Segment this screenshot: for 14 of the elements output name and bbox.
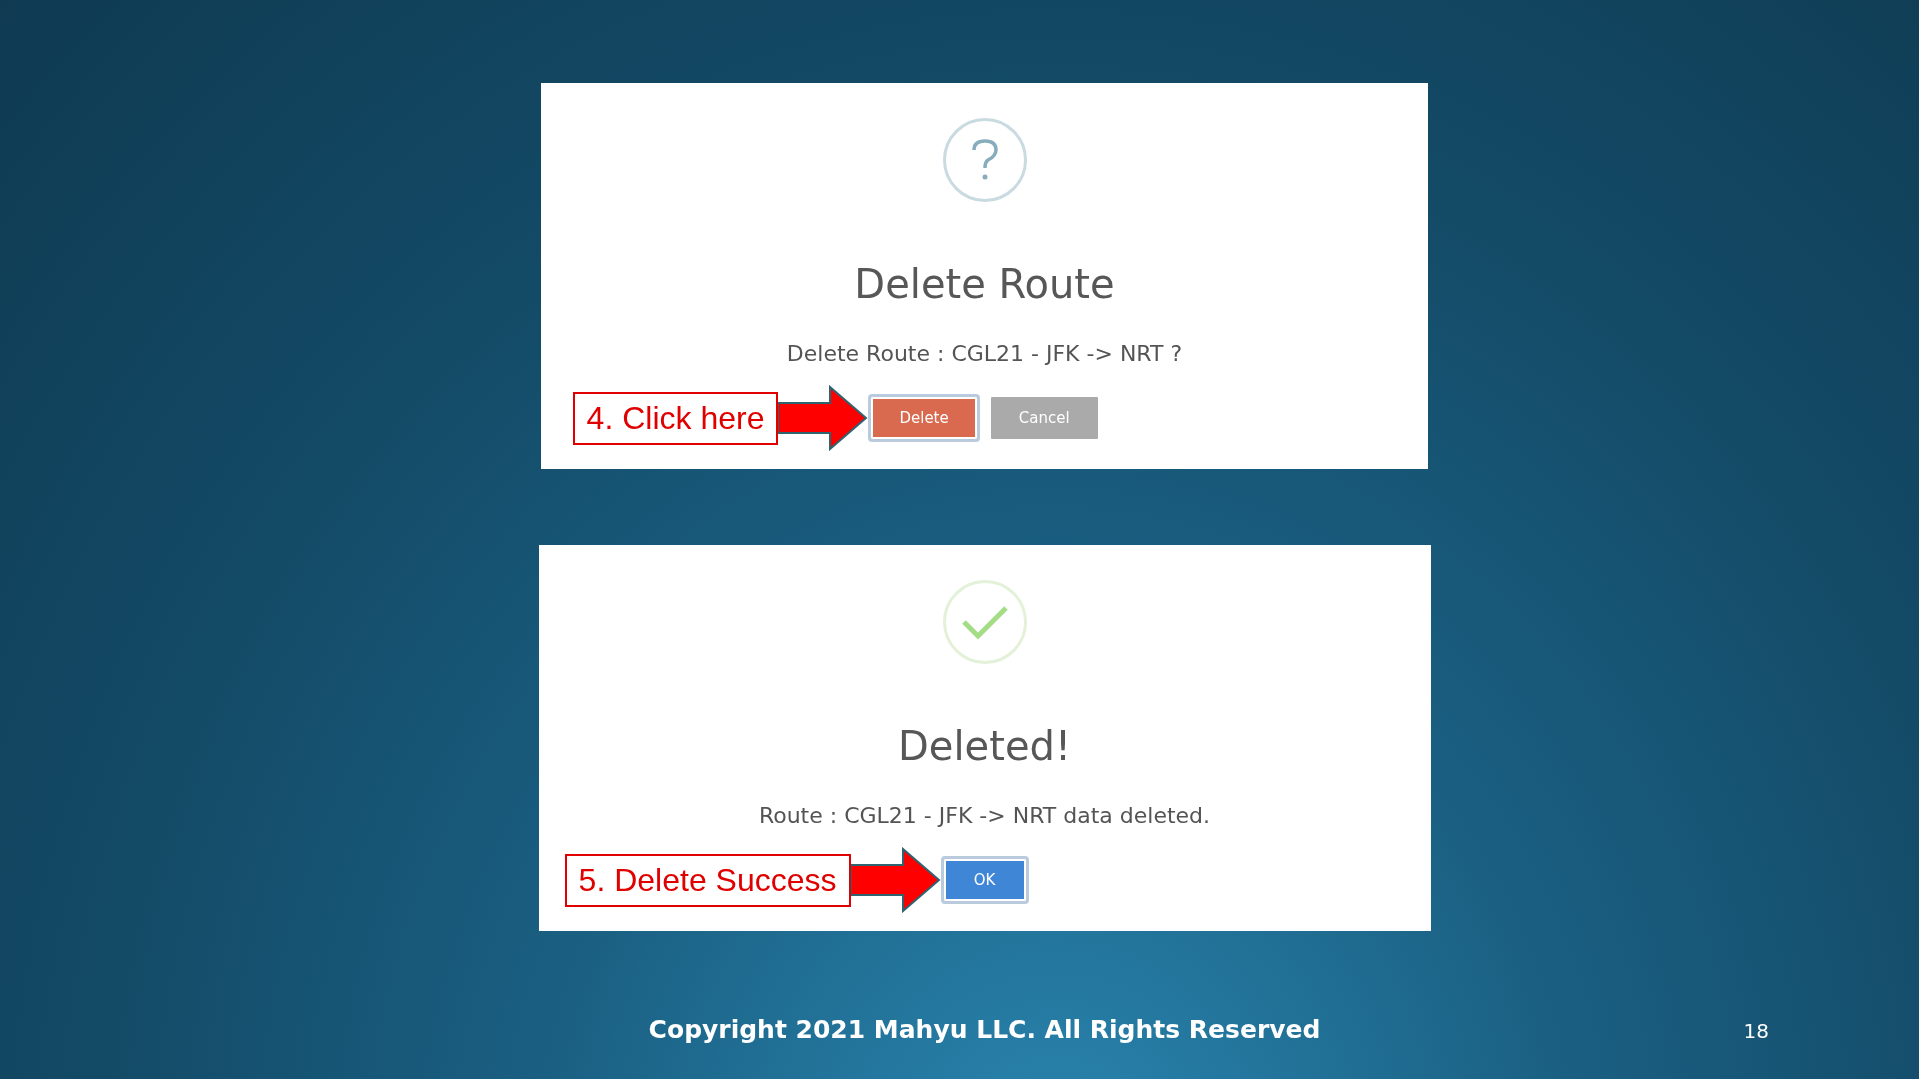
arrow-icon <box>778 385 869 451</box>
dialog-message: Route : CGL21 - JFK -> NRT data deleted. <box>758 802 1211 830</box>
delete-button[interactable]: Delete <box>868 394 980 442</box>
copyright-text: Copyright 2021 Mahyu LLC. All Rights Reserved <box>648 1015 1321 1044</box>
checkmark-icon <box>942 580 1027 664</box>
ok-button[interactable]: OK <box>940 856 1029 904</box>
dialog-message: Delete Route : CGL21 - JFK -> NRT ? <box>786 340 1183 368</box>
page-number: 18 <box>1743 1019 1769 1043</box>
dialog-title: Delete Route <box>854 260 1115 308</box>
question-icon <box>942 118 1027 202</box>
arrow-icon <box>850 847 941 913</box>
callout-label: 5. Delete Success <box>564 853 851 907</box>
callout-label: 4. Click here <box>572 391 779 445</box>
dialog-title: Deleted! <box>898 722 1071 770</box>
